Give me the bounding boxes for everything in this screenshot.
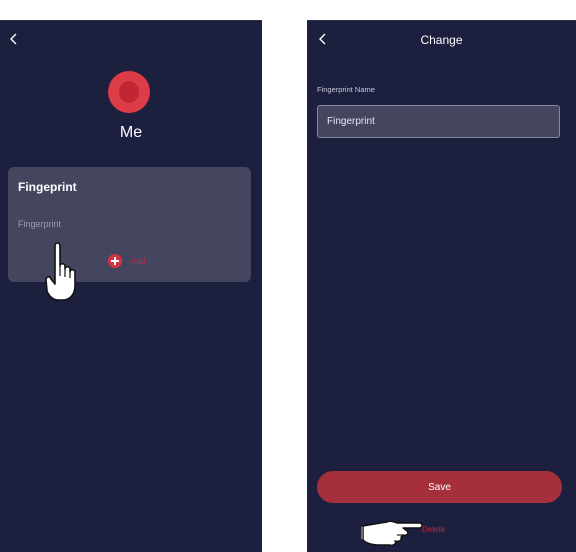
- page-title: Change: [420, 33, 463, 47]
- fingerprint-list-item[interactable]: Fingerprint: [18, 219, 61, 229]
- card-title: Fingeprint: [18, 180, 77, 194]
- add-label: Add: [131, 256, 146, 266]
- save-button[interactable]: Save: [317, 471, 562, 503]
- add-fingerprint-button[interactable]: Add: [108, 254, 145, 268]
- avatar-inner: [119, 81, 139, 103]
- back-button[interactable]: [6, 31, 22, 47]
- user-name: Me: [119, 124, 143, 141]
- chevron-left-icon: [10, 33, 17, 45]
- fingerprint-name-label: Fingerprint Name: [317, 85, 375, 94]
- fingerprint-name-input[interactable]: [317, 105, 560, 138]
- avatar: [108, 71, 150, 113]
- pointing-hand-icon: [45, 242, 76, 301]
- fingerprint-list-screen: Me Fingeprint Fingerprint Add: [0, 20, 262, 552]
- pointing-hand-icon: [361, 520, 423, 546]
- plus-icon: [108, 254, 122, 268]
- canvas: Me Fingeprint Fingerprint Add Change Fin…: [0, 0, 576, 552]
- delete-button[interactable]: Delete: [422, 525, 445, 534]
- change-fingerprint-screen: Change Fingerprint Name Save Delete: [307, 20, 576, 552]
